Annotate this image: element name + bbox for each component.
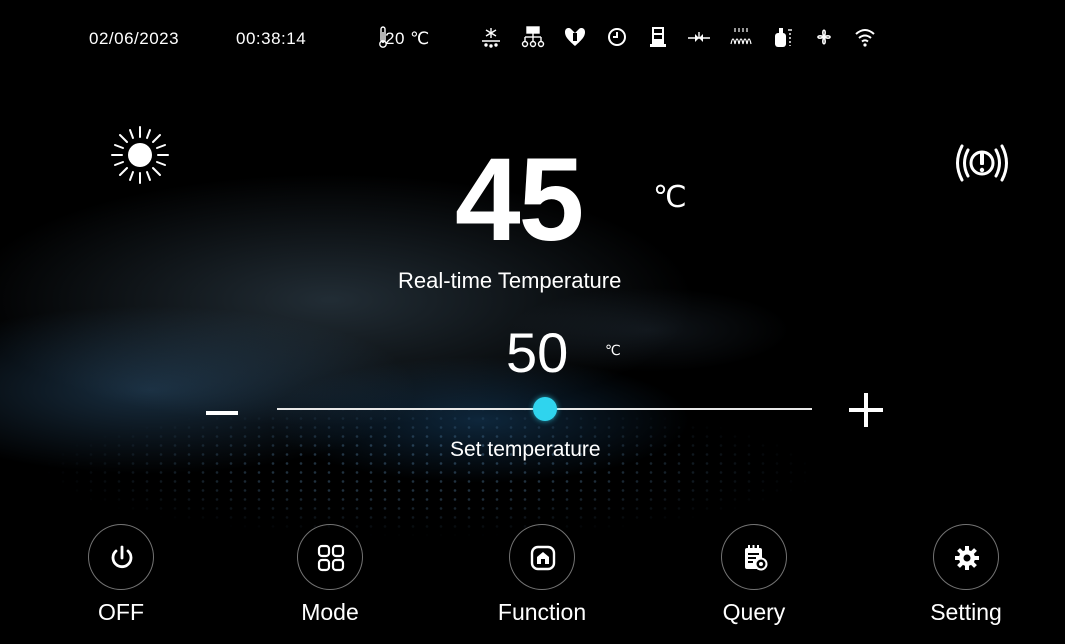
off-label: OFF xyxy=(98,599,144,625)
set-temperature-label: Set temperature xyxy=(450,438,601,461)
fan-icon xyxy=(812,24,836,50)
set-temperature-value: 50 xyxy=(506,321,569,384)
gear-icon xyxy=(955,546,979,570)
heater-coil-icon xyxy=(729,24,753,50)
wifi-icon xyxy=(853,24,877,50)
alarm-icon[interactable] xyxy=(953,138,1011,188)
mode-button-circle[interactable] xyxy=(297,524,363,590)
power-icon xyxy=(111,545,133,569)
function-button-circle[interactable] xyxy=(509,524,575,590)
clipboard-search-icon xyxy=(745,545,768,571)
setting-button[interactable]: Setting xyxy=(906,520,1026,630)
status-ambient-temp: 20 ℃ xyxy=(385,29,430,48)
temperature-slider-thumb[interactable] xyxy=(532,397,557,421)
function-label: Function xyxy=(497,599,587,625)
power-button-circle[interactable] xyxy=(88,524,154,590)
off-button[interactable]: OFF xyxy=(61,520,181,630)
status-time: 00:38:14 xyxy=(236,29,307,48)
query-label: Query xyxy=(722,599,786,625)
compressor-icon xyxy=(771,24,795,50)
network-icon xyxy=(521,24,545,50)
mode-button[interactable]: Mode xyxy=(270,520,390,630)
thermometer-icon xyxy=(371,24,387,50)
set-temperature-unit: ℃ xyxy=(605,342,621,358)
setting-label: Setting xyxy=(930,599,1002,625)
grid-icon xyxy=(317,544,345,572)
valve-icon xyxy=(687,24,711,50)
increase-temperature-button[interactable] xyxy=(842,385,890,433)
query-button[interactable]: Query xyxy=(694,520,814,630)
realtime-temperature-label: Real-time Temperature xyxy=(398,268,622,293)
function-button[interactable]: Function xyxy=(482,520,602,630)
status-date: 02/06/2023 xyxy=(89,29,180,48)
mode-label: Mode xyxy=(301,599,359,625)
query-button-circle[interactable] xyxy=(721,524,787,590)
tank-icon xyxy=(646,24,670,50)
heart-wrench-icon xyxy=(563,24,587,50)
clock-icon xyxy=(605,24,629,50)
decrease-temperature-button[interactable] xyxy=(198,390,246,430)
setting-button-circle[interactable] xyxy=(933,524,999,590)
home-icon xyxy=(530,545,556,571)
sun-icon[interactable] xyxy=(108,123,172,187)
realtime-temperature-value: 45 xyxy=(455,134,584,266)
defrost-icon xyxy=(479,24,503,50)
realtime-temperature-unit: ℃ xyxy=(653,181,687,214)
status-bar: 02/06/2023 00:38:14 20 ℃ xyxy=(0,22,1065,52)
